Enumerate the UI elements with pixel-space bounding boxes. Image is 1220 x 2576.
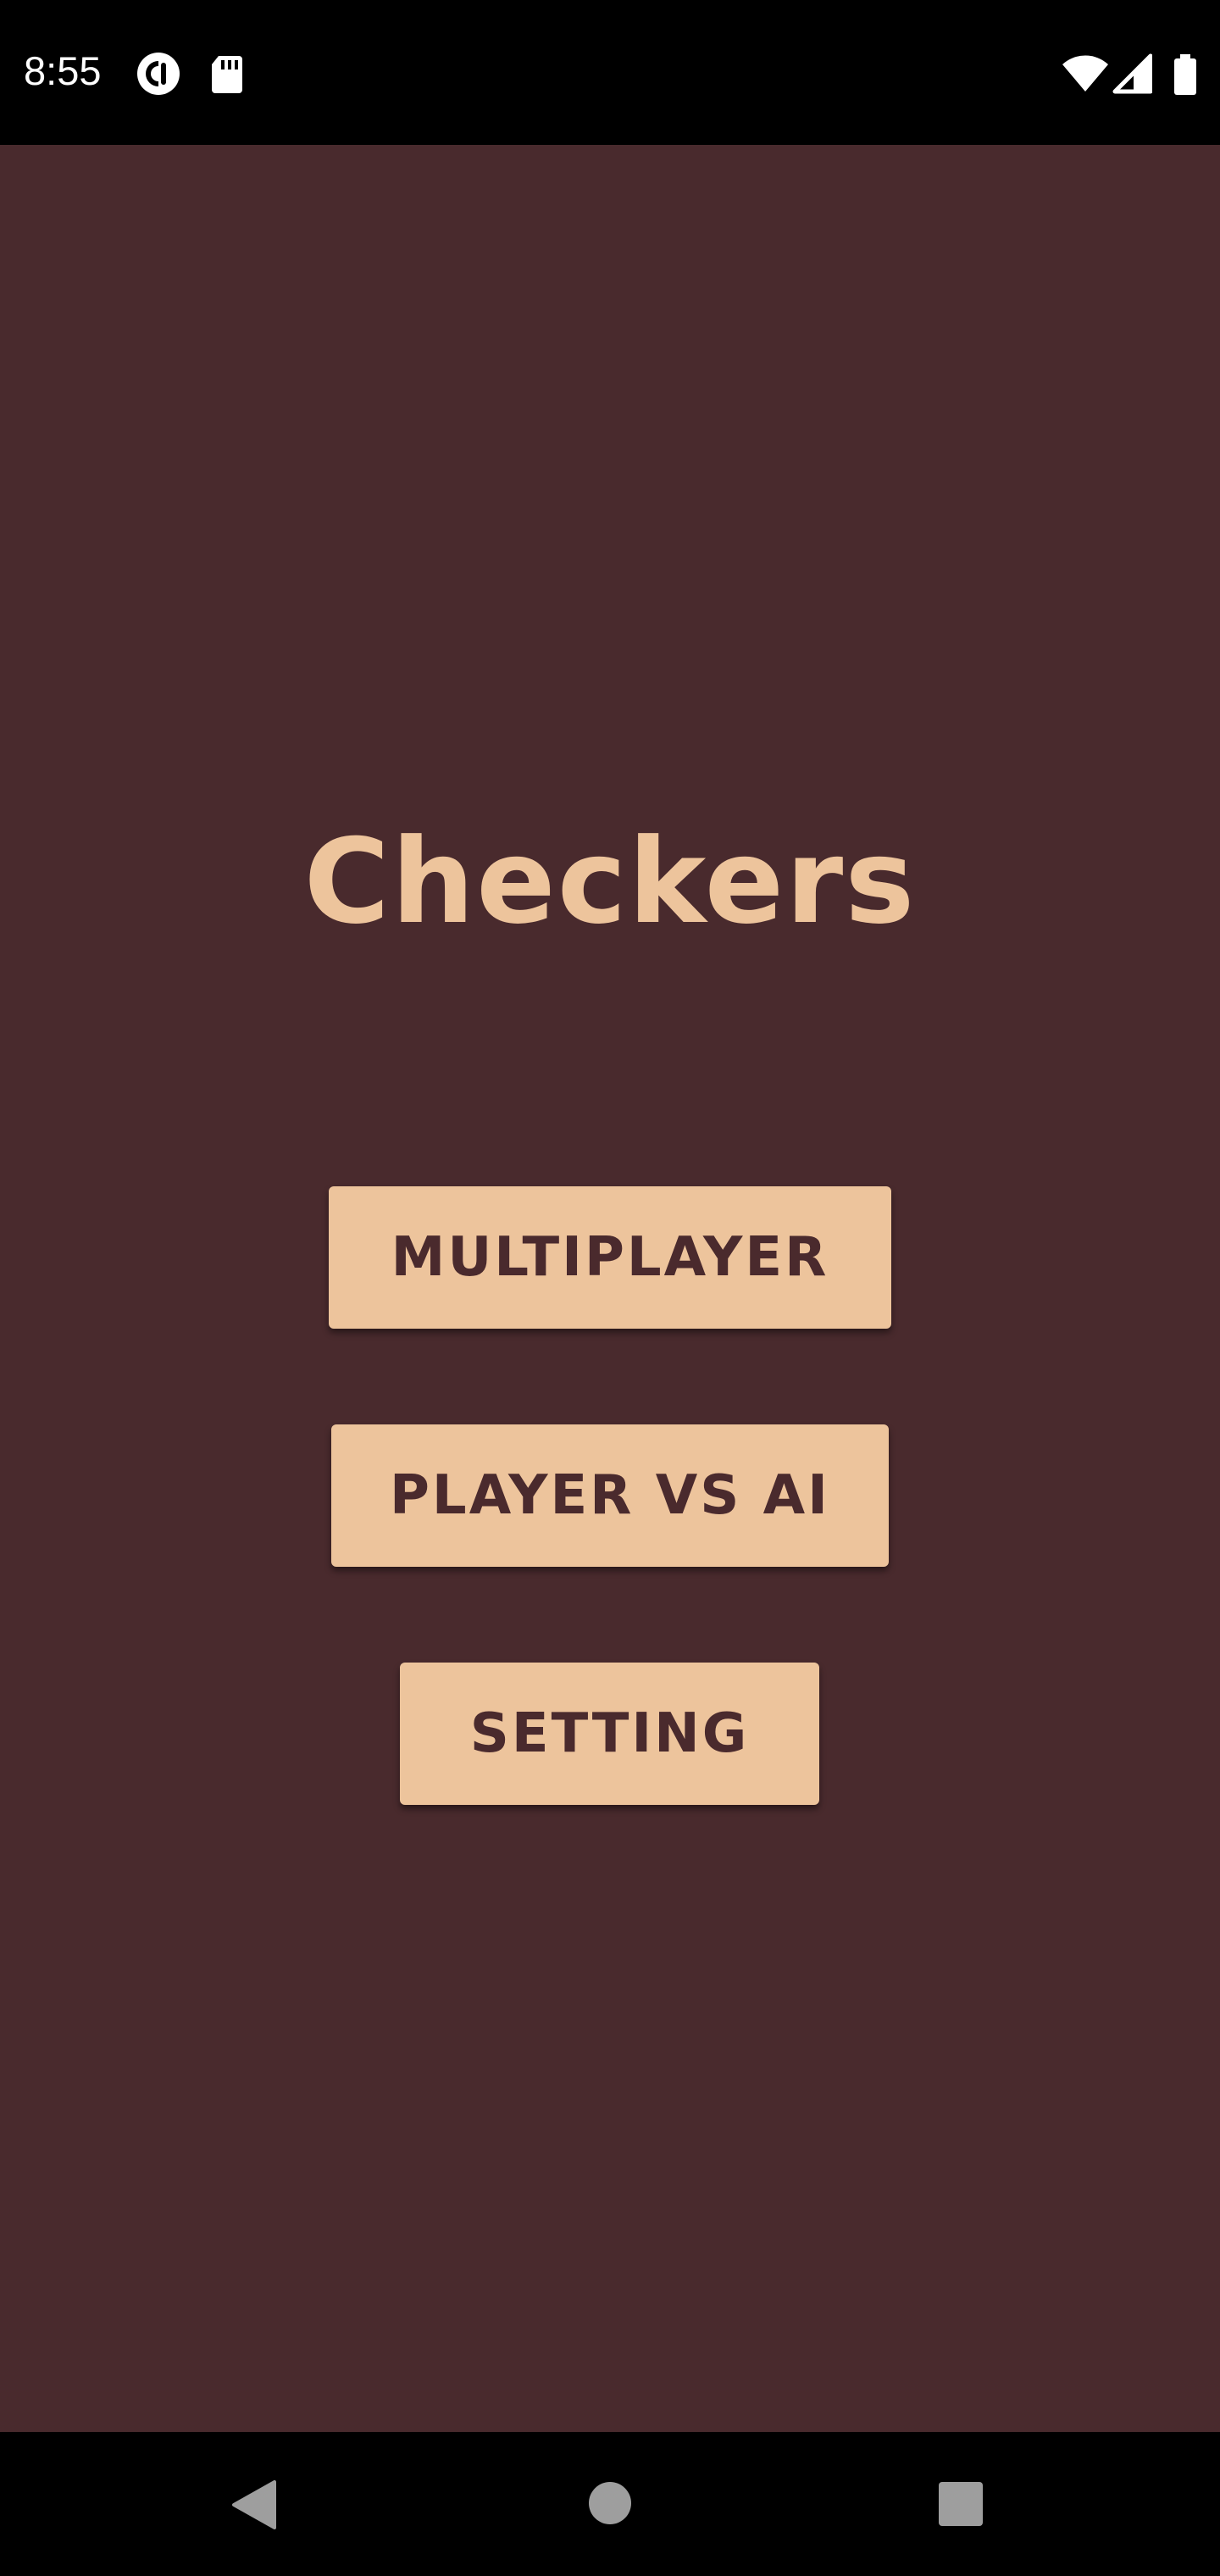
cell-signal-icon: [1112, 51, 1153, 97]
back-icon[interactable]: [230, 2479, 278, 2535]
multiplayer-button[interactable]: MULTIPLAYER: [329, 1186, 891, 1329]
setting-button[interactable]: SETTING: [400, 1663, 819, 1805]
recents-icon[interactable]: [939, 2482, 983, 2530]
sd-card-icon: [203, 51, 249, 97]
wifi-icon: [1061, 51, 1110, 97]
home-icon[interactable]: [588, 2481, 632, 2529]
app-title: Checkers: [303, 813, 917, 950]
player-vs-ai-button[interactable]: PLAYER VS AI: [331, 1424, 889, 1567]
navigation-bar: [0, 2432, 1220, 2576]
status-time: 8:55: [24, 48, 102, 93]
battery-icon: [1171, 51, 1200, 97]
status-bar: 8:55: [0, 0, 1220, 145]
main-menu-screen: Checkers MULTIPLAYER PLAYER VS AI SETTIN…: [0, 145, 1220, 2432]
pocket-casts-icon: [136, 51, 181, 97]
